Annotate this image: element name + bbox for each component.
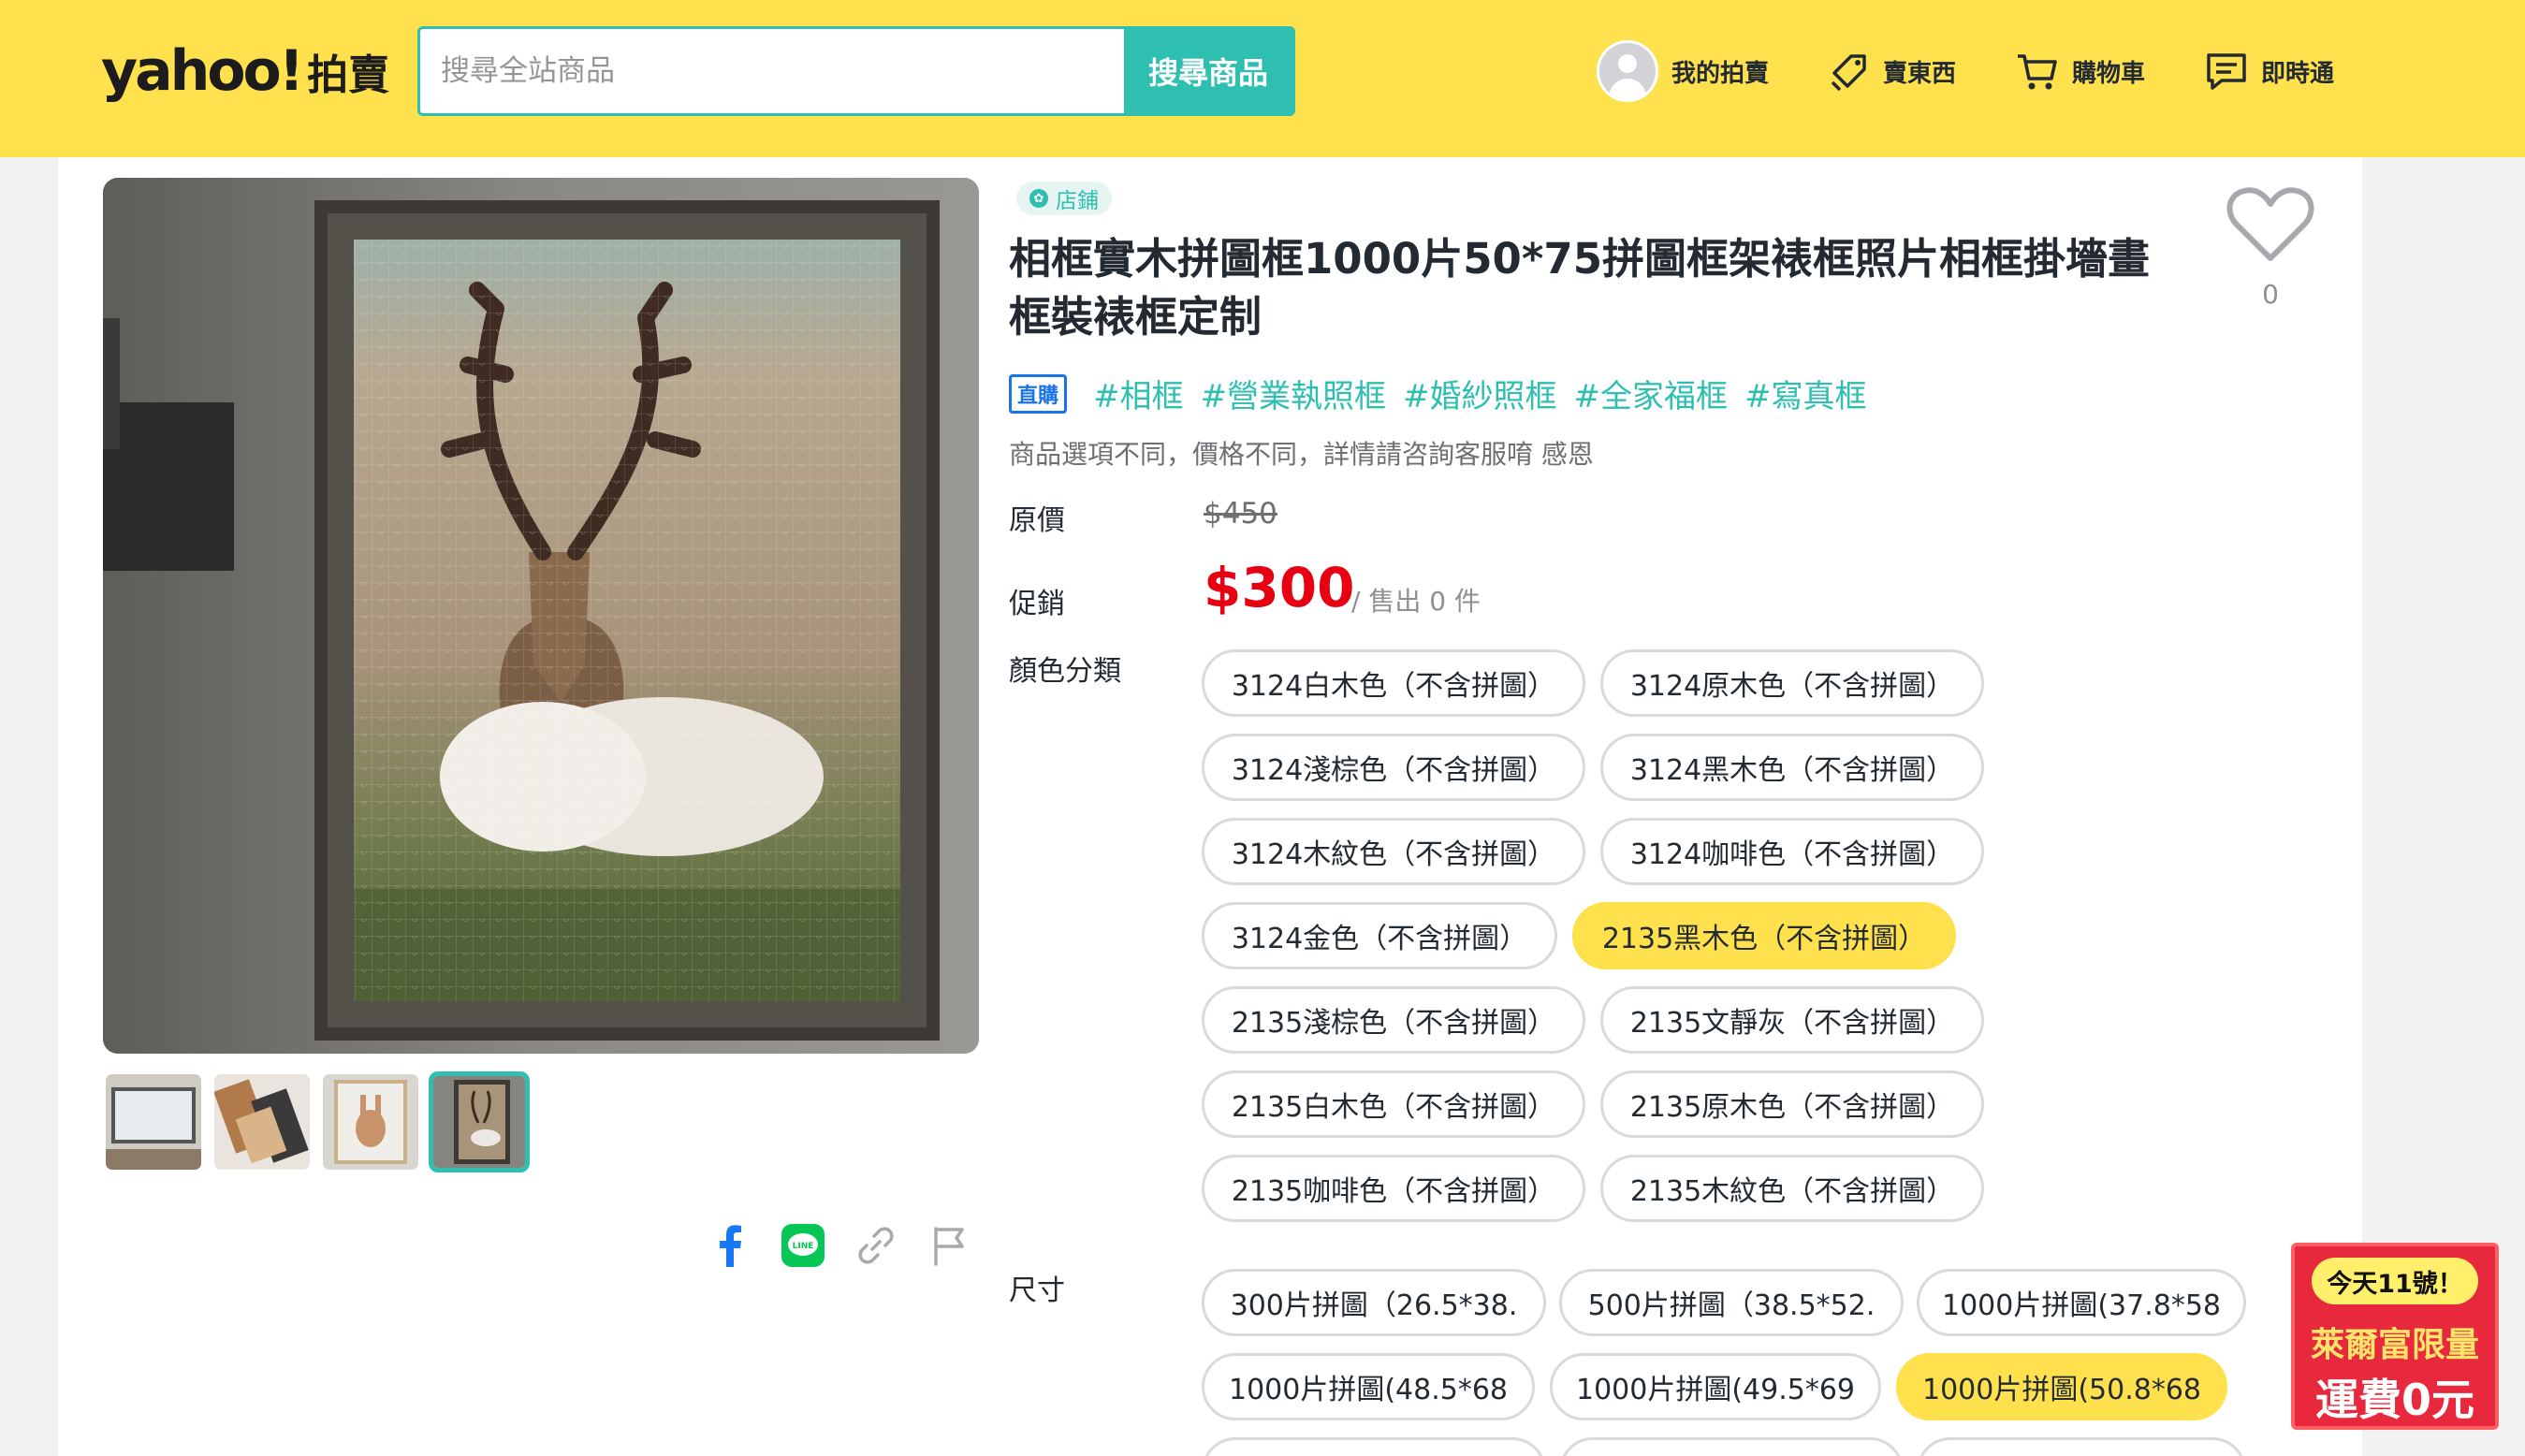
color-option[interactable]: 3124咖啡色（不含拼圖）: [1600, 818, 1984, 885]
color-option[interactable]: 3124黑木色（不含拼圖）: [1600, 734, 1984, 801]
color-option[interactable]: 2135白木色（不含拼圖）: [1202, 1070, 1585, 1138]
color-option-selected[interactable]: 2135黑木色（不含拼圖）: [1572, 902, 1956, 969]
logo-subtitle: 拍賣: [307, 51, 390, 99]
size-option[interactable]: 500片拼圖（38.5*52.: [1559, 1269, 1904, 1336]
avatar: [1597, 40, 1658, 102]
tag-link[interactable]: #相框: [1093, 371, 1184, 416]
direct-buy-badge: 直購: [1009, 373, 1068, 414]
color-option[interactable]: 3124金色（不含拼圖）: [1202, 902, 1557, 969]
thumbnail-4[interactable]: [429, 1071, 530, 1172]
color-option[interactable]: 2135淺棕色（不含拼圖）: [1202, 986, 1585, 1054]
nav-my-auction[interactable]: 我的拍賣: [1597, 40, 1769, 102]
search-button[interactable]: 搜尋商品: [1124, 29, 1292, 113]
thumb-rabbit-picture: [323, 1074, 418, 1170]
deer-puzzle-frame-picture: [103, 178, 979, 1054]
sale-price: $300: [1204, 556, 1355, 619]
nav-cart-label: 購物車: [2072, 59, 2146, 88]
line-icon[interactable]: LINE: [779, 1221, 827, 1270]
tag-link[interactable]: #全家福框: [1574, 371, 1729, 416]
nav-messenger-label: 即時通: [2261, 59, 2335, 88]
tag-row: 直購 #相框 #營業執照框 #婚紗照框 #全家福框 #寫真框: [1009, 371, 1884, 416]
size-option-selected[interactable]: 1000片拼圖(50.8*68: [1896, 1353, 2227, 1420]
svg-text:LINE: LINE: [793, 1242, 814, 1251]
sold-count: / 售出 0 件: [1351, 586, 1481, 617]
store-badge-label: 店鋪: [1056, 189, 1099, 213]
nav-my-auction-label: 我的拍賣: [1671, 59, 1770, 88]
size-option[interactable]: 1000片拼圖(49.5*69: [1550, 1353, 1881, 1420]
site-header: yahoo! 拍賣 搜尋商品 我的拍賣 賣東西 購物車: [0, 0, 2525, 157]
size-option[interactable]: 1000片拼圖(48.5*68: [1202, 1353, 1535, 1420]
thumbnail-2[interactable]: [212, 1071, 313, 1172]
report-flag-icon[interactable]: [925, 1221, 973, 1270]
product-main-image[interactable]: [103, 178, 979, 1054]
header-nav: 我的拍賣 賣東西 購物車 即時通: [1597, 36, 2334, 107]
copy-link-icon[interactable]: [852, 1221, 900, 1270]
promo-store-line: 萊爾富限量: [2310, 1326, 2479, 1364]
thumbnail-strip: [103, 1071, 537, 1172]
nav-sell[interactable]: 賣東西: [1829, 51, 1956, 92]
color-option[interactable]: 3124白木色（不含拼圖）: [1202, 649, 1585, 717]
original-price-label: 原價: [1009, 504, 1065, 537]
cart-icon: [2018, 54, 2057, 90]
store-badge[interactable]: ✿ 店鋪: [1016, 182, 1112, 215]
nav-sell-label: 賣東西: [1883, 59, 1957, 88]
store-icon: ✿: [1029, 189, 1048, 208]
color-option[interactable]: 3124原木色（不含拼圖）: [1600, 649, 1984, 717]
promo-shipping-line: 運費0元: [2314, 1375, 2474, 1425]
sale-price-label: 促銷: [1009, 588, 1065, 620]
facebook-icon[interactable]: [706, 1221, 754, 1270]
color-label: 顏色分類: [1009, 655, 1121, 688]
chat-icon: [2207, 53, 2246, 90]
thumbnail-3[interactable]: [320, 1071, 421, 1172]
search-bar: 搜尋商品: [417, 26, 1295, 116]
tag-link[interactable]: #寫真框: [1744, 371, 1867, 416]
favorite-count: 0: [2262, 279, 2279, 310]
size-option[interactable]: [1559, 1437, 1904, 1456]
sell-tag-icon: [1831, 54, 1866, 92]
logo-text: yahoo!: [101, 38, 304, 104]
color-option[interactable]: 2135原木色（不含拼圖）: [1600, 1070, 1984, 1138]
product-note: 商品選項不同，價格不同，詳情請咨詢客服唷 感恩: [1009, 439, 1594, 470]
promo-date-badge: 今天11號！: [2312, 1258, 2478, 1304]
size-option[interactable]: [1202, 1437, 1546, 1456]
thumb-white-frame-picture: [106, 1074, 201, 1170]
nav-messenger[interactable]: 即時通: [2205, 51, 2334, 92]
search-input[interactable]: [420, 29, 1124, 113]
thumb-deer-picture: [433, 1076, 525, 1168]
color-option[interactable]: 3124木紋色（不含拼圖）: [1202, 818, 1585, 885]
original-price: $450: [1204, 497, 1277, 531]
size-label: 尺寸: [1009, 1274, 1065, 1307]
yahoo-auction-logo[interactable]: yahoo! 拍賣: [101, 36, 389, 107]
free-shipping-promo-banner[interactable]: 今天11號！ 萊爾富限量 運費0元: [2291, 1243, 2499, 1430]
color-option[interactable]: 3124淺棕色（不含拼圖）: [1202, 734, 1585, 801]
heart-icon: [2226, 187, 2314, 261]
thumb-wood-samples-picture: [214, 1074, 310, 1170]
color-option[interactable]: 2135木紋色（不含拼圖）: [1600, 1155, 1984, 1222]
tag-link[interactable]: #婚紗照框: [1403, 371, 1557, 416]
product-title: 相框實木拼圖框1000片50*75拼圖框架裱框照片相框掛墻畫框裝裱框定制: [1009, 234, 2151, 342]
tag-link[interactable]: #營業執照框: [1201, 371, 1387, 416]
size-option[interactable]: [1917, 1437, 2246, 1456]
color-option[interactable]: 2135文靜灰（不含拼圖）: [1600, 986, 1984, 1054]
nav-cart[interactable]: 購物車: [2016, 51, 2145, 92]
size-option[interactable]: 1000片拼圖(37.8*58: [1917, 1269, 2246, 1336]
size-option[interactable]: 300片拼圖（26.5*38.: [1202, 1269, 1546, 1336]
thumbnail-1[interactable]: [103, 1071, 204, 1172]
share-row: LINE: [706, 1221, 998, 1270]
favorite-button[interactable]: 0: [2224, 183, 2317, 310]
color-option[interactable]: 2135咖啡色（不含拼圖）: [1202, 1155, 1585, 1222]
